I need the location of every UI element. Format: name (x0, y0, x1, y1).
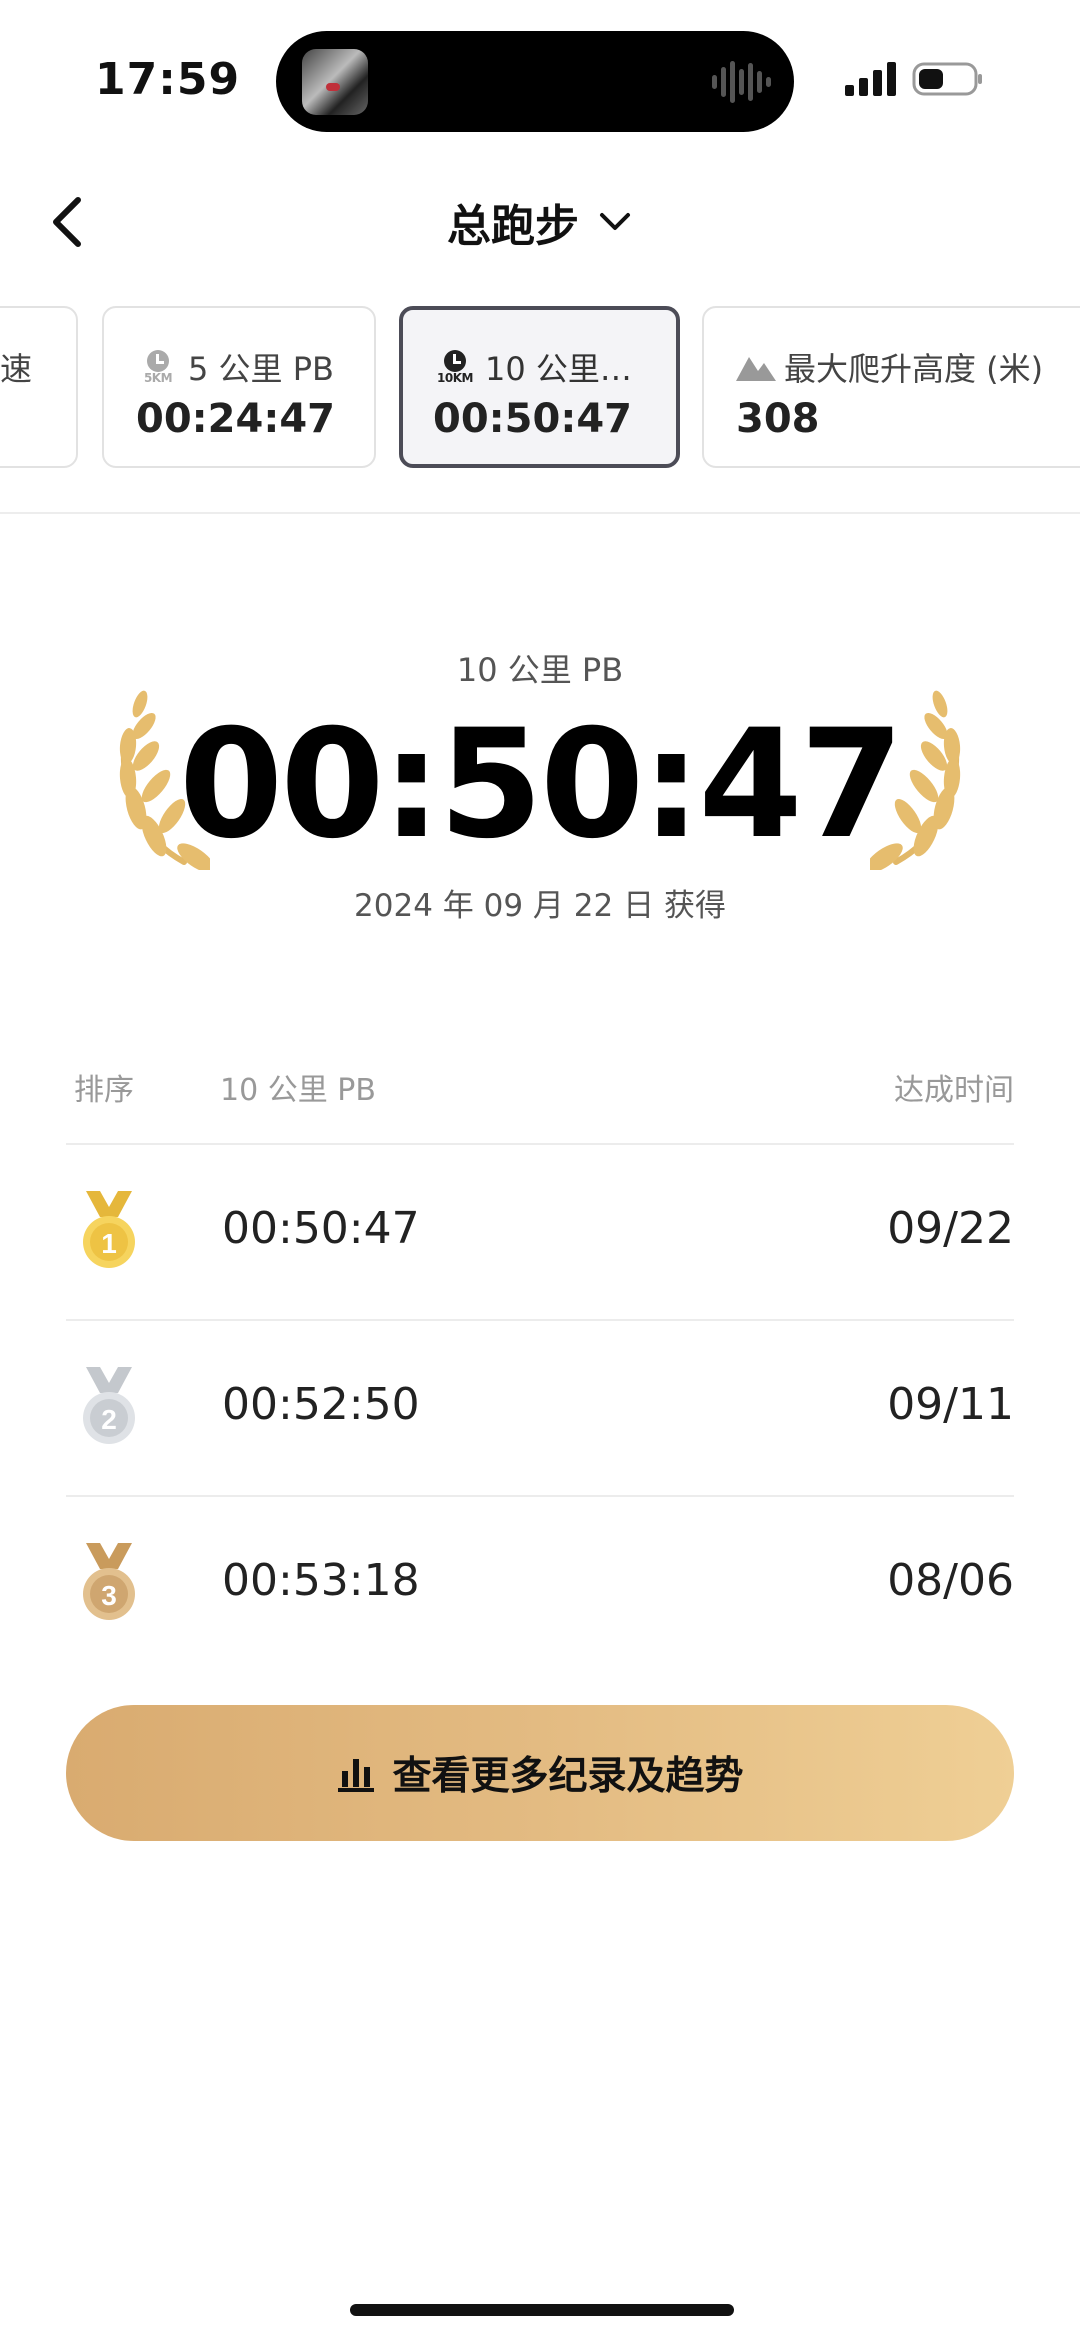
metric-card-10km-pb[interactable]: 10KM 10 公里… 00:50:47 (399, 306, 680, 468)
row-pb-time: 00:53:18 (222, 1555, 420, 1606)
bar-chart-icon (338, 1759, 375, 1792)
dynamic-island[interactable] (276, 31, 794, 132)
metric-card-label: 5 公里 PB (188, 350, 334, 388)
metric-card-value: 00:50:47 (433, 396, 632, 442)
hero-pb-label: 10 公里 PB (456, 651, 624, 689)
battery-icon (912, 62, 982, 96)
audio-waveform-icon (712, 61, 771, 103)
svg-text:2: 2 (101, 1404, 117, 1435)
home-indicator[interactable] (350, 2304, 734, 2316)
bronze-medal-icon: 3 (83, 1543, 135, 1620)
icon-text: 5KM (143, 371, 173, 385)
table-row[interactable]: 1 00:50:47 09/22 (66, 1145, 1014, 1321)
metric-card-label: 最大爬升高度 (米) (784, 350, 1044, 388)
metric-card-label-row: 10KM 10 公里… (433, 344, 632, 390)
chevron-down-icon (600, 213, 630, 230)
metric-card-scroller[interactable]: 速 5KM 5 公里 PB 00:24:47 10KM 10 公里… 00:50… (0, 306, 1080, 472)
10km-stopwatch-icon: 10KM (433, 350, 477, 384)
ranking-table-header: 排序 10 公里 PB 达成时间 (66, 1065, 1014, 1115)
view-more-records-label: 查看更多纪录及趋势 (392, 1754, 744, 1799)
divider (0, 512, 1080, 514)
metric-card-pace[interactable]: 速 (0, 306, 78, 468)
status-time: 17:59 (95, 54, 241, 105)
hero-pb-time: 00:50:47 (178, 698, 904, 872)
svg-text:3: 3 (101, 1580, 117, 1611)
silver-medal-icon: 2 (83, 1367, 135, 1444)
row-pb-time: 00:50:47 (222, 1203, 420, 1254)
view-more-records-button[interactable]: 查看更多纪录及趋势 (66, 1705, 1014, 1841)
sport-type-selector[interactable]: 总跑步 (0, 190, 1080, 254)
metric-card-value: 00:24:47 (136, 396, 335, 442)
now-playing-artwork (302, 49, 368, 115)
svg-text:1: 1 (101, 1228, 117, 1259)
col-header-date: 达成时间 (894, 1073, 1014, 1108)
5km-stopwatch-icon: 5KM (136, 350, 180, 384)
table-row[interactable]: 2 00:52:50 09/11 (66, 1321, 1014, 1497)
metric-card-label-row: 5KM 5 公里 PB (136, 344, 334, 390)
col-header-rank: 排序 (74, 1073, 134, 1108)
page-title: 总跑步 (447, 201, 579, 252)
gold-medal-icon: 1 (83, 1191, 135, 1268)
row-date: 09/11 (887, 1379, 1014, 1430)
cellular-signal-icon (845, 62, 896, 96)
metric-card-max-elevation[interactable]: 最大爬升高度 (米) 308 (702, 306, 1080, 468)
row-pb-time: 00:52:50 (222, 1379, 420, 1430)
hero-pb-date: 2024 年 09 月 22 日 获得 (354, 888, 726, 924)
metric-card-label-row: 最大爬升高度 (米) (736, 344, 1043, 390)
metric-card-label: 10 公里… (485, 350, 632, 388)
mountain-icon (736, 357, 776, 381)
icon-text: 10KM (437, 371, 473, 385)
metric-card-label: 速 (0, 350, 33, 388)
screen: 17:59 总跑步 速 5KM 5 公里 PB 00:24:47 10KM 10… (0, 0, 1080, 2341)
col-header-pb: 10 公里 PB (220, 1073, 376, 1108)
metric-card-5km-pb[interactable]: 5KM 5 公里 PB 00:24:47 (102, 306, 376, 468)
metric-card-value: 308 (736, 396, 820, 442)
table-row[interactable]: 3 00:53:18 08/06 (66, 1497, 1014, 1673)
row-date: 09/22 (887, 1203, 1014, 1254)
row-date: 08/06 (887, 1555, 1014, 1606)
